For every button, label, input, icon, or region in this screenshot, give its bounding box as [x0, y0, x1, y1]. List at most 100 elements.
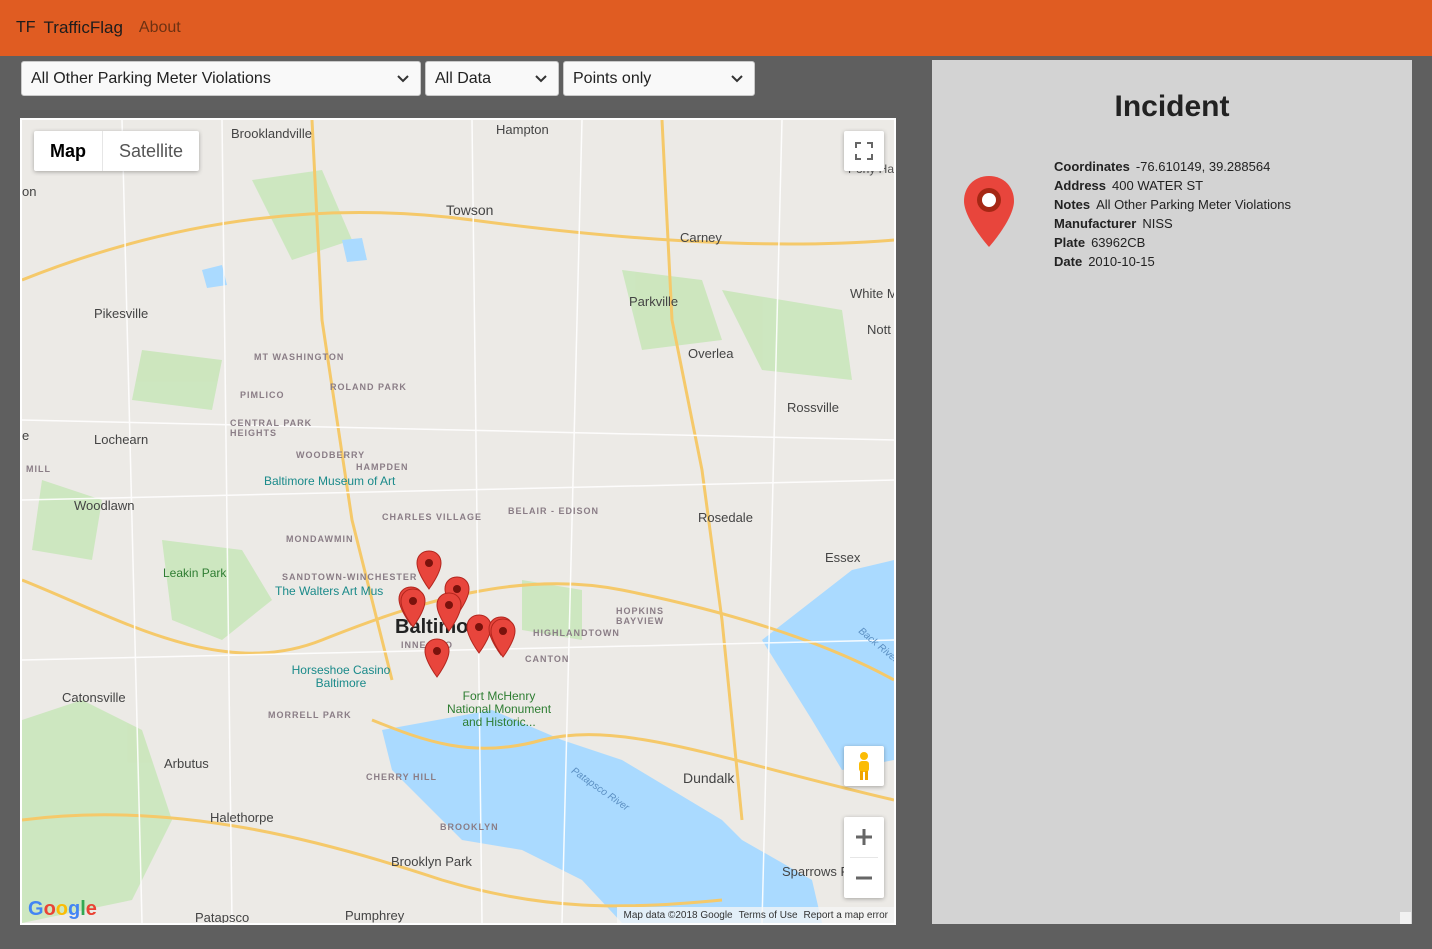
- map-label-edge-mill: MILL: [26, 464, 51, 474]
- map-label-parkville: Parkville: [629, 294, 679, 309]
- violation-marker[interactable]: [400, 588, 426, 628]
- map-marker-icon: [964, 176, 1014, 247]
- display-mode-value: Points only: [573, 69, 652, 87]
- map-label-rossville: Rossville: [787, 400, 840, 415]
- map-label-woodberry: WOODBERRY: [296, 450, 366, 460]
- data-range-value: All Data: [435, 69, 492, 87]
- zoom-in-icon: [856, 829, 872, 845]
- field-value: 2010-10-15: [1088, 254, 1155, 269]
- brand-abbrev: TF: [16, 19, 36, 36]
- map-label-hampton: Hampton: [496, 122, 549, 137]
- zoom-out-icon: [856, 876, 872, 880]
- field-label: Coordinates: [1054, 159, 1130, 174]
- field-label: Notes: [1054, 197, 1091, 212]
- map-label-woodlawn: Woodlawn: [74, 498, 135, 513]
- incident-row: Coordinates -76.610149, 39.288564: [1054, 157, 1291, 176]
- field-value: All Other Parking Meter Violations: [1096, 197, 1291, 212]
- brand-name: TrafficFlag: [43, 18, 123, 37]
- field-value: 63962CB: [1091, 235, 1146, 250]
- violation-marker[interactable]: [436, 592, 462, 632]
- map-attribution: Map data ©2018 Google Terms of Use Repor…: [617, 907, 894, 923]
- incident-row: Notes All Other Parking Meter Violations: [1054, 195, 1291, 214]
- field-value: 400 WATER ST: [1112, 178, 1204, 193]
- map-label-mondawmin: MONDAWMIN: [286, 534, 354, 544]
- field-label: Address: [1054, 178, 1107, 193]
- brand-link[interactable]: TF TrafficFlag: [16, 18, 123, 38]
- data-range-select[interactable]: All Data: [425, 61, 559, 96]
- chevron-down-icon: [530, 68, 552, 90]
- map-type-control: Map Satellite: [34, 131, 200, 171]
- map-canvas[interactable]: Brooklandville Hampton Towson Carney Pik…: [22, 120, 894, 923]
- map-label-sandtown: SANDTOWN-WINCHESTER: [282, 572, 418, 582]
- field-value: NISS: [1142, 216, 1173, 231]
- zoom-in-button[interactable]: [844, 817, 884, 857]
- incident-row: Plate 63962CB: [1054, 233, 1291, 252]
- field-label: Plate: [1054, 235, 1086, 250]
- map-label-sparrows-point: Sparrows P: [782, 864, 850, 879]
- map-label-white-marsh: White M: [850, 286, 894, 301]
- map-label-hopkins-bayview: HOPKINS BAYVIEW: [616, 606, 665, 626]
- chevron-down-icon: [726, 68, 748, 90]
- zoom-control: [844, 817, 884, 898]
- map-label-fort-mchenry[interactable]: Fort McHenry National Monument and Histo…: [444, 690, 554, 729]
- incident-panel: Incident Coordinates -76.610149, 39.28856…: [932, 60, 1412, 924]
- map-label-brooklandville: Brooklandville: [231, 126, 312, 141]
- zoom-out-button[interactable]: [844, 858, 884, 898]
- incident-row: Manufacturer NISS: [1054, 214, 1291, 233]
- map-label-highlandtown: HIGHLANDTOWN: [533, 628, 620, 638]
- map-label-mt-washington: MT WASHINGTON: [254, 352, 345, 362]
- map-label-rosedale: Rosedale: [698, 510, 753, 525]
- street-view-button[interactable]: [844, 746, 884, 786]
- map-label-morrell-park: MORRELL PARK: [268, 710, 352, 720]
- map-label-patapsco: Patapsco: [195, 910, 250, 923]
- display-mode-select[interactable]: Points only: [563, 61, 755, 96]
- map-label-canton: CANTON: [525, 654, 570, 664]
- violation-marker[interactable]: [416, 550, 442, 590]
- map-label-roland-park: ROLAND PARK: [330, 382, 407, 392]
- map-label-central-park-heights: CENTRAL PARK HEIGHTS: [230, 418, 313, 438]
- map-container: Brooklandville Hampton Towson Carney Pik…: [20, 118, 896, 925]
- incident-details: Coordinates -76.610149, 39.288564 Address…: [1054, 157, 1291, 271]
- incident-row: Address 400 WATER ST: [1054, 176, 1291, 195]
- map-label-brooklyn: BROOKLYN: [440, 822, 499, 832]
- violation-type-select[interactable]: All Other Parking Meter Violations: [21, 61, 421, 96]
- violation-marker[interactable]: [490, 618, 516, 658]
- field-label: Date: [1054, 254, 1083, 269]
- map-label-hampden: HAMPDEN: [356, 462, 409, 472]
- fullscreen-icon: [855, 142, 873, 160]
- scrollbar-corner: [1400, 912, 1411, 924]
- map-label-charles-village: CHARLES VILLAGE: [382, 512, 483, 522]
- map-label-pimlico: PIMLICO: [240, 390, 285, 400]
- map-label-museum[interactable]: Baltimore Museum of Art: [264, 474, 395, 488]
- fullscreen-button[interactable]: [844, 131, 884, 171]
- violation-type-value: All Other Parking Meter Violations: [31, 69, 271, 87]
- field-label: Manufacturer: [1054, 216, 1137, 231]
- map-label-pumphrey: Pumphrey: [345, 908, 405, 923]
- navbar: TF TrafficFlag About: [0, 0, 1432, 56]
- pegman-icon: [859, 752, 869, 780]
- map-label-lochearn: Lochearn: [94, 432, 149, 447]
- chevron-down-icon: [392, 68, 414, 90]
- map-label-horseshoe[interactable]: Horseshoe Casino Baltimore: [286, 664, 396, 690]
- map-type-map-button[interactable]: Map: [34, 131, 102, 171]
- map-label-dundalk: Dundalk: [683, 770, 735, 786]
- map-label-catonsville: Catonsville: [62, 690, 126, 705]
- map-type-satellite-button[interactable]: Satellite: [102, 131, 199, 171]
- map-label-carney: Carney: [680, 230, 722, 245]
- report-map-error-link[interactable]: Report a map error: [804, 910, 888, 921]
- about-link[interactable]: About: [139, 19, 181, 37]
- field-value: -76.610149, 39.288564: [1135, 159, 1271, 174]
- map-label-arbutus: Arbutus: [164, 756, 209, 771]
- map-label-brooklyn-park: Brooklyn Park: [391, 854, 472, 869]
- terms-of-use-link[interactable]: Terms of Use: [739, 910, 798, 921]
- google-logo[interactable]: Google: [28, 898, 97, 921]
- map-label-edge-e: e: [22, 428, 30, 443]
- map-label-walters[interactable]: The Walters Art Mus: [275, 584, 383, 598]
- map-label-leakin-park: Leakin Park: [163, 566, 227, 580]
- map-label-nottingham: Nott: [867, 322, 891, 337]
- map-label-cherry-hill: CHERRY HILL: [366, 772, 438, 782]
- map-label-halethorpe: Halethorpe: [210, 810, 274, 825]
- violation-marker[interactable]: [424, 638, 450, 678]
- map-data-credit: Map data ©2018 Google: [623, 909, 733, 921]
- map-label-essex: Essex: [825, 550, 861, 565]
